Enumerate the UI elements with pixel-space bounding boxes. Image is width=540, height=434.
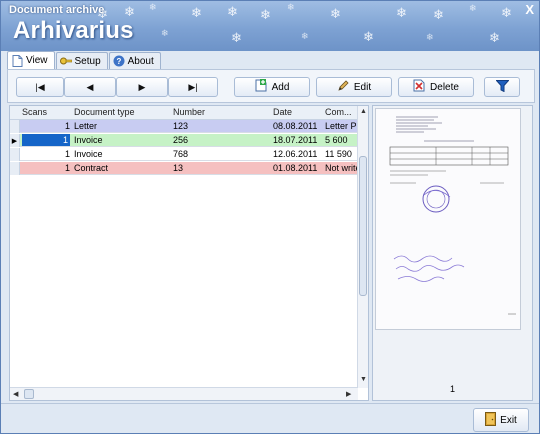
cell-scans: 1: [64, 163, 70, 173]
filter-icon: [494, 79, 510, 95]
delete-button[interactable]: Delete: [398, 77, 474, 97]
table-row[interactable]: 1 Letter 123 08.08.2011 Letter Pi: [10, 120, 358, 133]
exit-label: Exit: [500, 414, 517, 426]
cell-date: 01.08.2011: [273, 163, 318, 173]
column-header-date[interactable]: Date: [273, 107, 323, 117]
tab-setup-label: Setup: [74, 55, 101, 67]
cell-document-type: Contract: [74, 163, 109, 173]
add-label: Add: [271, 81, 290, 93]
row-indicator[interactable]: [10, 162, 20, 175]
cell-number: 13: [173, 163, 184, 173]
app-name: Arhivarius: [13, 17, 134, 44]
last-record-button[interactable]: ▶|: [168, 77, 218, 97]
prev-icon: ◀: [86, 81, 94, 92]
cell-document-type: Letter: [74, 121, 98, 131]
title-bar: ❄ ❄ ❄ ❄ ❄ ❄ ❄ ❄ ❄ ❄ ❄ ❄ ❄ ❄ ❄ ❄ ❄ ❄ Docu…: [1, 1, 539, 51]
add-button[interactable]: Add: [234, 77, 310, 97]
footer-bar: Exit: [1, 403, 539, 433]
edit-button[interactable]: Edit: [316, 77, 392, 97]
exit-button[interactable]: Exit: [473, 408, 529, 432]
table-row[interactable]: 1 Invoice 768 12.06.2011 11 590: [10, 148, 358, 161]
tab-about-label: About: [127, 55, 154, 67]
cell-scans: 1: [64, 121, 70, 131]
next-record-button[interactable]: ▶: [116, 77, 168, 97]
scroll-right-icon[interactable]: ▶: [346, 390, 351, 398]
table-row[interactable]: 1 Contract 13 01.08.2011 Not write: [10, 162, 358, 175]
cell-number: 123: [173, 121, 189, 131]
help-icon: ?: [113, 55, 125, 67]
scroll-left-icon[interactable]: ◀: [13, 390, 18, 398]
cell-date: 18.07.2011: [273, 135, 318, 145]
cell-comment: Letter Pi: [325, 121, 358, 131]
svg-text:?: ?: [116, 57, 121, 66]
cell-number: 768: [173, 149, 189, 159]
scroll-down-icon[interactable]: ▼: [360, 376, 367, 383]
close-icon[interactable]: X: [525, 2, 534, 17]
cell-comment: 5 600: [325, 135, 348, 145]
cell-number: 256: [173, 135, 189, 145]
next-icon: ▶: [138, 81, 146, 92]
cell-document-type: Invoice: [74, 149, 103, 159]
column-header-type[interactable]: Document type: [74, 107, 170, 117]
column-header-scans[interactable]: Scans: [22, 107, 66, 117]
column-header-number[interactable]: Number: [173, 107, 268, 117]
page-number: 1: [449, 384, 455, 394]
table-row[interactable]: ▶ 1 Invoice 256 18.07.2011 5 600: [10, 134, 358, 147]
vertical-scrollbar[interactable]: ▲ ▼: [357, 106, 368, 388]
key-icon: [59, 55, 72, 67]
vertical-scroll-thumb[interactable]: [359, 156, 367, 296]
cell-scans: 1: [64, 149, 70, 159]
delete-document-icon: [413, 79, 425, 95]
tab-about[interactable]: ? About: [108, 52, 161, 69]
horizontal-scrollbar[interactable]: ◀ ▶: [10, 387, 358, 400]
window-title: Document archive: [9, 4, 105, 16]
delete-label: Delete: [430, 81, 459, 93]
horizontal-scroll-thumb[interactable]: [24, 389, 34, 399]
cell-date: 08.08.2011: [273, 121, 318, 131]
scan-preview-image[interactable]: [375, 108, 521, 330]
row-indicator[interactable]: [10, 148, 20, 161]
cell-document-type: Invoice: [74, 135, 103, 145]
cell-scans: 1: [22, 134, 70, 146]
cell-comment: Not write: [325, 163, 358, 173]
add-document-icon: [255, 79, 267, 95]
toolbar: |◀ ◀ ▶ ▶| Add Edit Delete: [7, 69, 535, 103]
prev-record-button[interactable]: ◀: [64, 77, 116, 97]
row-indicator[interactable]: [10, 120, 20, 133]
cell-comment: 11 590: [325, 149, 352, 159]
cell-date: 12.06.2011: [273, 149, 318, 159]
grid-header: Scans Document type Number Date Com...: [10, 106, 358, 120]
edit-label: Edit: [353, 81, 372, 93]
scroll-up-icon[interactable]: ▲: [360, 108, 367, 115]
tab-setup[interactable]: Setup: [55, 52, 108, 69]
last-icon: ▶|: [188, 81, 198, 92]
scan-preview-panel: 1: [372, 105, 533, 401]
app-window: ❄ ❄ ❄ ❄ ❄ ❄ ❄ ❄ ❄ ❄ ❄ ❄ ❄ ❄ ❄ ❄ ❄ ❄ Docu…: [0, 0, 540, 434]
tab-view[interactable]: View: [7, 51, 55, 69]
documents-grid: Scans Document type Number Date Com... 1…: [9, 105, 369, 401]
first-icon: |◀: [35, 81, 45, 92]
door-icon: [485, 411, 497, 429]
pencil-icon: [337, 79, 349, 95]
first-record-button[interactable]: |◀: [16, 77, 64, 97]
column-header-comment[interactable]: Com...: [325, 107, 357, 117]
tab-view-label: View: [26, 55, 48, 66]
tab-bar: View Setup ? About: [7, 51, 162, 69]
filter-button[interactable]: [484, 77, 520, 97]
document-icon: [11, 54, 23, 67]
row-indicator[interactable]: ▶: [10, 134, 20, 147]
